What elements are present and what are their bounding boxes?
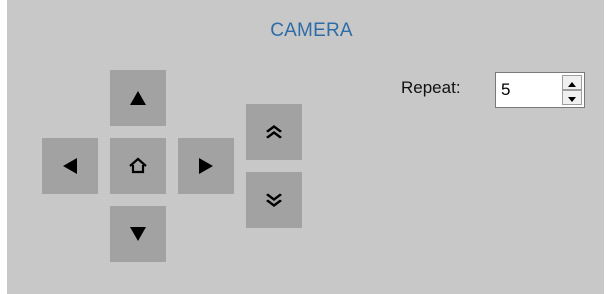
triangle-right-icon [198, 157, 214, 175]
pan-up-button[interactable] [110, 70, 166, 126]
triangle-left-icon [62, 157, 78, 175]
stepper-buttons [562, 75, 582, 105]
triangle-down-icon [129, 226, 147, 242]
double-chevron-up-icon [265, 124, 283, 140]
home-icon [128, 157, 148, 175]
small-triangle-down-icon [568, 89, 576, 107]
zoom-out-button[interactable] [246, 172, 302, 228]
repeat-input[interactable] [501, 80, 551, 100]
zoom-in-button[interactable] [246, 104, 302, 160]
pan-down-button[interactable] [110, 206, 166, 262]
repeat-label: Repeat: [401, 78, 461, 97]
stepper-down-button[interactable] [562, 90, 582, 105]
panel-title: CAMERA [270, 20, 353, 41]
pan-right-button[interactable] [178, 138, 234, 194]
double-chevron-down-icon [265, 192, 283, 208]
pan-left-button[interactable] [42, 138, 98, 194]
home-button[interactable] [110, 138, 166, 194]
triangle-up-icon [129, 90, 147, 106]
camera-panel: CAMERA Repeat: 5 [7, 0, 604, 294]
repeat-stepper[interactable] [495, 72, 585, 108]
